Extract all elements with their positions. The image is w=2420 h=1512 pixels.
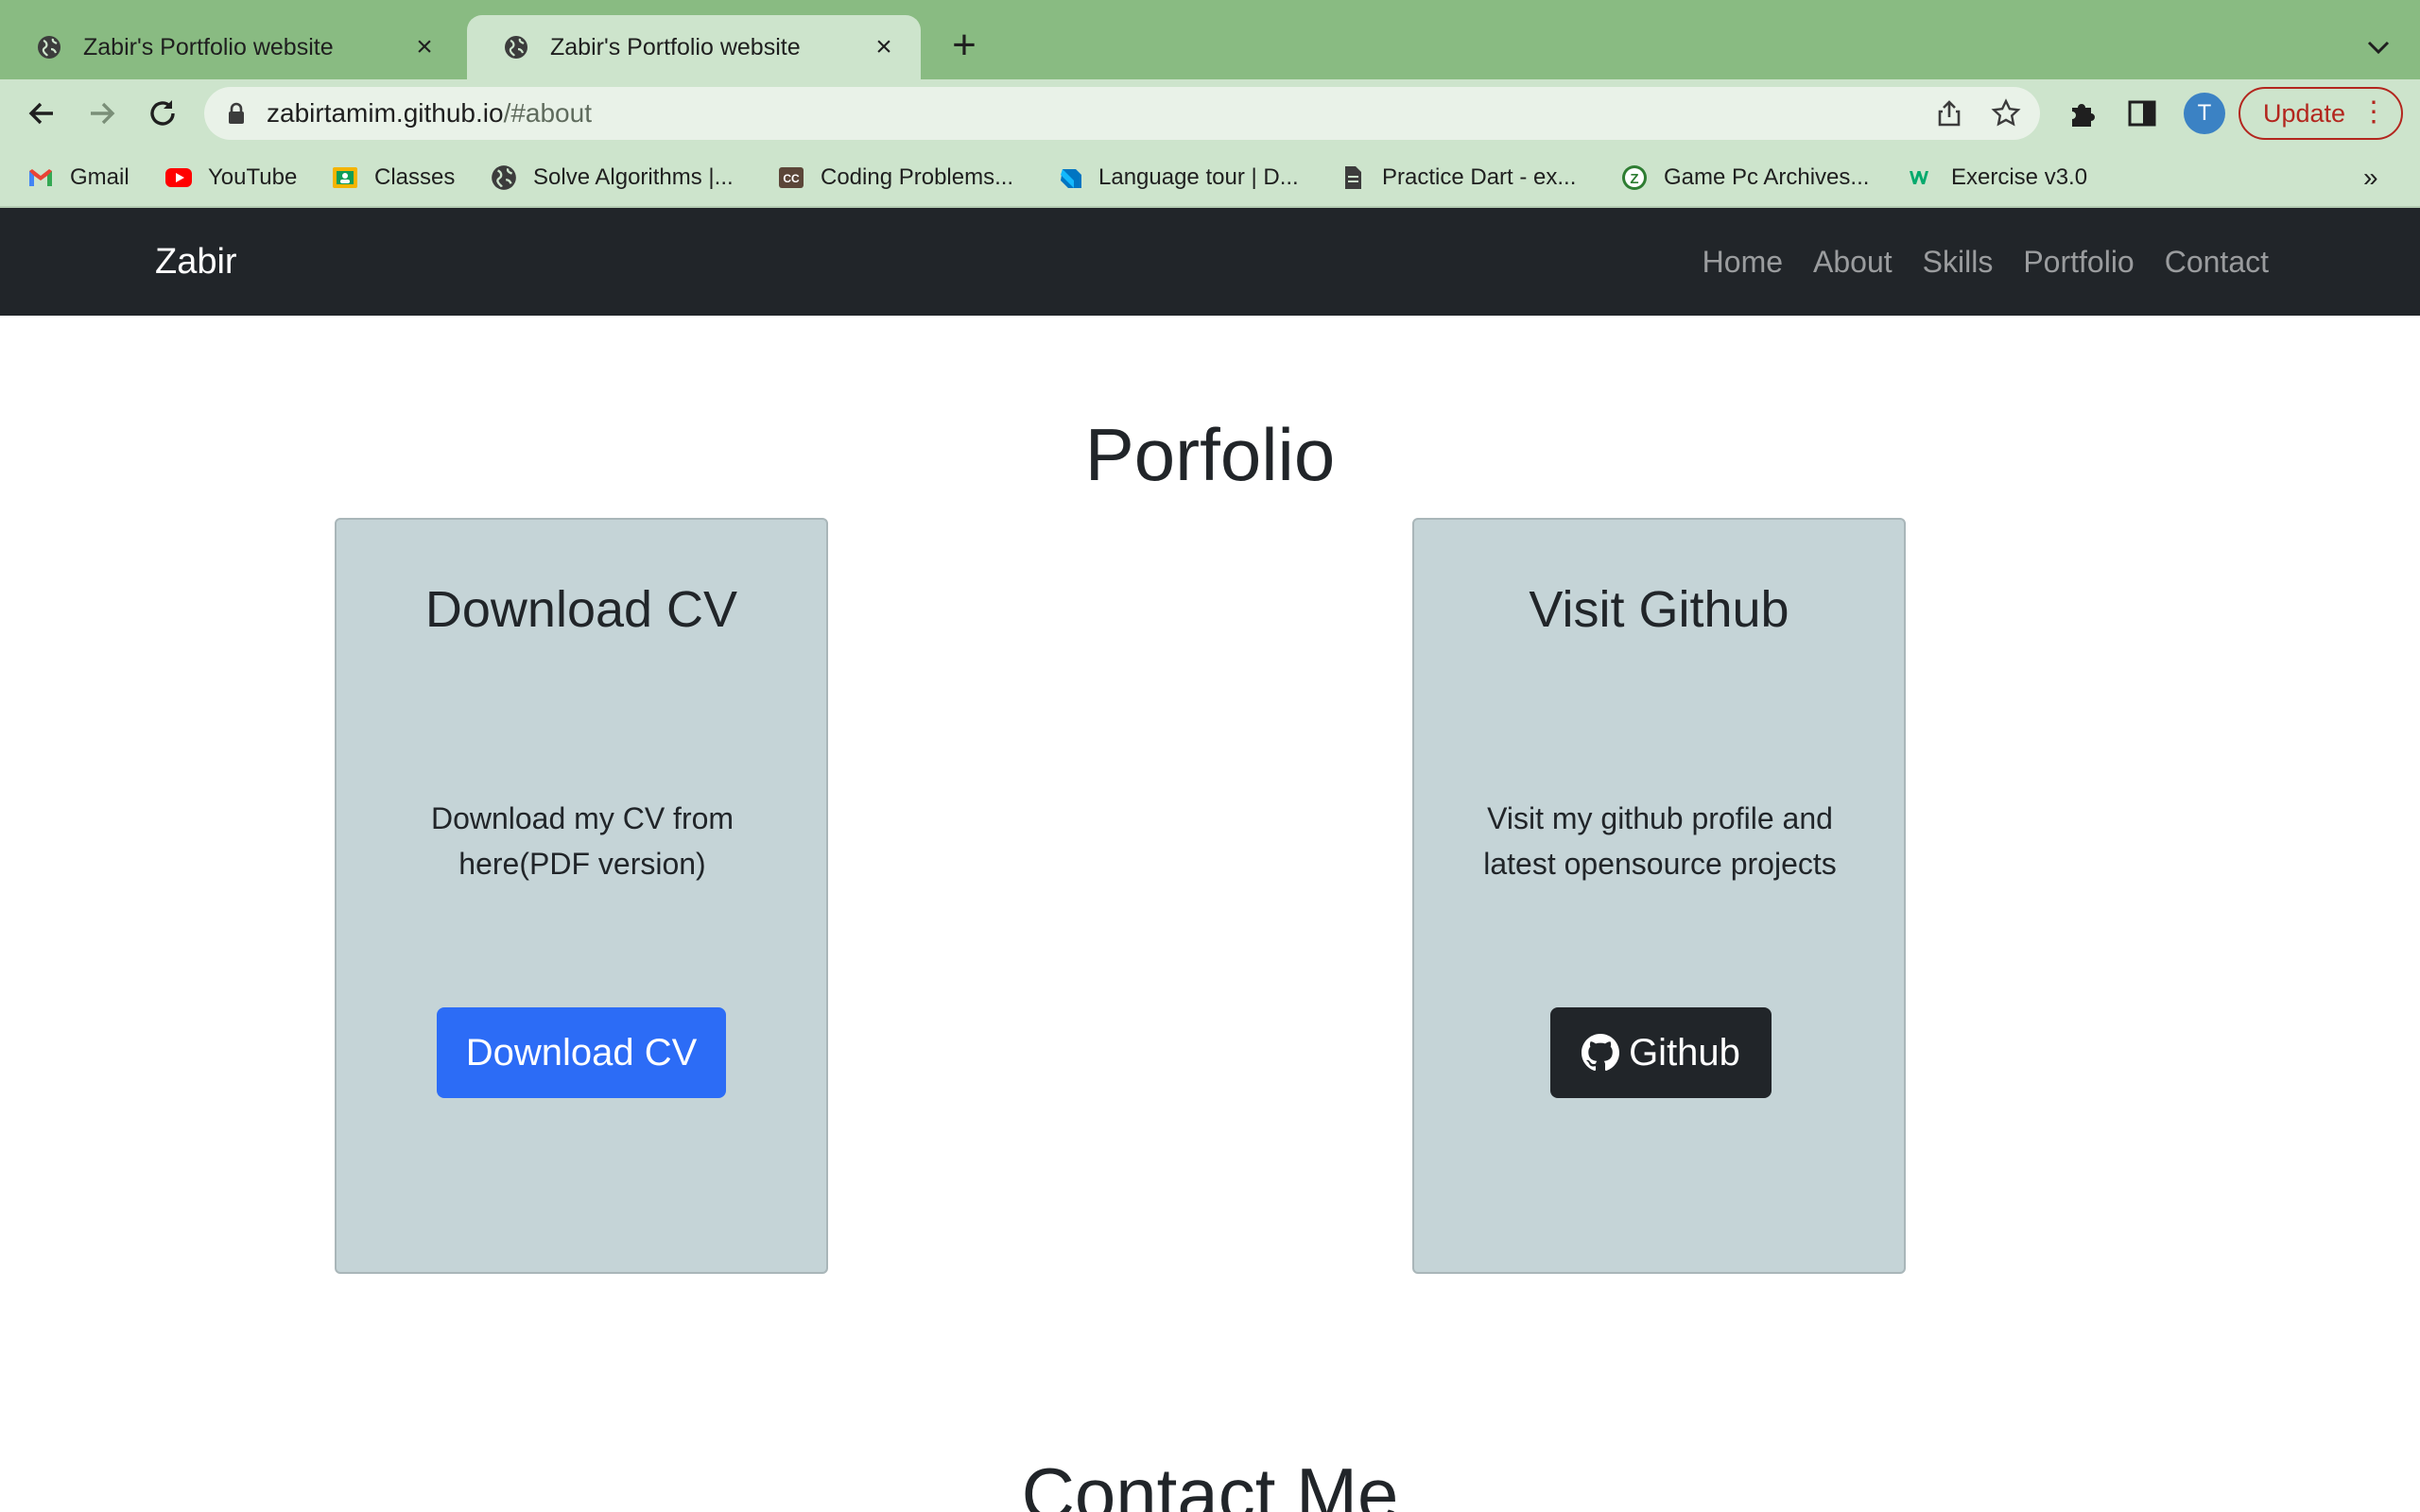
classes-icon <box>333 167 357 188</box>
bookmark-classes[interactable]: Classes <box>331 161 455 195</box>
svg-text:Z: Z <box>1630 171 1638 187</box>
more-bookmarks-icon[interactable]: » <box>2363 161 2378 195</box>
bookmark-practice-dart[interactable]: Practice Dart - ex... <box>1339 161 1576 195</box>
dart-icon <box>1061 169 1081 188</box>
reload-icon[interactable] <box>144 94 182 132</box>
bookmark-label: Practice Dart - ex... <box>1382 164 1577 190</box>
browser-tab-2[interactable]: Zabir's Portfolio website × <box>467 15 921 79</box>
nav-links: Home About Skills Portfolio Contact <box>1672 208 2269 316</box>
profile-avatar[interactable]: T <box>2184 93 2225 134</box>
card-title: Visit Github <box>1529 581 1789 638</box>
nav-link-about[interactable]: About <box>1813 245 1893 280</box>
browser-toolbar: zabirtamim.github.io/#about T Update ⋮ <box>0 79 2420 147</box>
card-text: Download my CV from here(PDF version) <box>430 801 735 881</box>
button-label: Download CV <box>465 1032 698 1074</box>
bookmark-youtube[interactable]: YouTube <box>164 161 297 195</box>
browser-tabstrip: Zabir's Portfolio website × Zabir's Port… <box>0 0 2420 79</box>
star-icon[interactable] <box>1991 98 2021 129</box>
bookmark-label: Language tour | D... <box>1098 164 1299 190</box>
download-cv-button[interactable]: Download CV <box>437 1007 726 1098</box>
bookmark-label: Coding Problems... <box>821 164 1014 190</box>
codechef-icon: CC <box>779 167 804 188</box>
download-cv-card: Download CV Download my CV from here(PDF… <box>335 518 828 1274</box>
bookmark-game-pc[interactable]: Z Game Pc Archives... <box>1620 161 1869 195</box>
bookmark-gmail[interactable]: Gmail <box>26 161 130 195</box>
update-label: Update <box>2263 99 2346 128</box>
lock-icon[interactable] <box>227 102 246 125</box>
bookmarks-bar: Gmail YouTube Classes Solve Algorithms |… <box>0 147 2420 208</box>
button-label: Github <box>1629 1032 1740 1074</box>
card-title: Download CV <box>424 581 738 638</box>
card-text: Visit my github profile and latest opens… <box>1483 801 1837 881</box>
nav-link-contact[interactable]: Contact <box>2165 245 2269 280</box>
forward-arrow-icon[interactable] <box>83 94 121 132</box>
nav-link-skills[interactable]: Skills <box>1923 245 1994 280</box>
nav-link-portfolio[interactable]: Portfolio <box>2023 245 2134 280</box>
globe-icon <box>38 36 60 59</box>
more-menu-icon[interactable]: ⋮ <box>2360 89 2388 136</box>
bookmark-label: Classes <box>374 164 456 190</box>
chevron-down-icon[interactable] <box>2360 28 2397 66</box>
extensions-puzzle-icon[interactable] <box>2066 96 2100 130</box>
url-host: zabirtamim.github.io <box>267 98 504 128</box>
document-icon <box>1345 166 1361 189</box>
w3schools-icon <box>1910 171 1928 184</box>
address-bar[interactable]: zabirtamim.github.io/#about <box>204 87 2040 140</box>
site-navbar: Zabir Home About Skills Portfolio Contac… <box>0 208 2420 316</box>
update-button[interactable]: Update ⋮ <box>2238 87 2403 140</box>
visit-github-card: Visit Github Visit my github profile and… <box>1412 518 1906 1274</box>
github-button[interactable]: Github <box>1550 1007 1772 1098</box>
bookmark-label: Solve Algorithms |... <box>533 164 734 190</box>
bookmark-label: Exercise v3.0 <box>1951 164 2088 190</box>
url-path: /#about <box>503 98 592 128</box>
bookmark-label: Game Pc Archives... <box>1664 164 1870 190</box>
browser-tab-1[interactable]: Zabir's Portfolio website × <box>0 15 461 79</box>
portfolio-section-title: Porfolio <box>1084 413 1336 496</box>
tab-title: Zabir's Portfolio website <box>83 33 334 60</box>
gmail-icon <box>29 169 52 186</box>
youtube-icon <box>165 168 192 187</box>
close-icon[interactable]: × <box>410 33 439 61</box>
nav-link-home[interactable]: Home <box>1703 245 1783 280</box>
back-arrow-icon[interactable] <box>23 94 60 132</box>
bookmark-coding-problems[interactable]: CC Coding Problems... <box>777 161 1013 195</box>
side-panel-icon[interactable] <box>2125 96 2159 130</box>
share-icon[interactable] <box>1934 98 1964 129</box>
bookmark-exercise[interactable]: Exercise v3.0 <box>1908 161 2087 195</box>
contact-section-title: Contact Me <box>1021 1452 1399 1512</box>
navbar-brand[interactable]: Zabir <box>155 208 237 316</box>
svg-text:CC: CC <box>783 172 800 185</box>
new-tab-icon[interactable]: + <box>945 25 983 66</box>
bookmark-label: Gmail <box>70 164 130 190</box>
globe-icon <box>492 165 516 190</box>
close-icon[interactable]: × <box>870 33 898 61</box>
bookmark-label: YouTube <box>208 164 298 190</box>
bookmark-solve-algorithms[interactable]: Solve Algorithms |... <box>490 161 734 195</box>
tab-title: Zabir's Portfolio website <box>550 33 801 60</box>
github-icon <box>1582 1034 1620 1072</box>
game-icon: Z <box>1622 165 1647 190</box>
globe-icon <box>505 36 527 59</box>
url-text[interactable]: zabirtamim.github.io/#about <box>267 87 592 140</box>
bookmark-language-tour[interactable]: Language tour | D... <box>1055 161 1299 195</box>
